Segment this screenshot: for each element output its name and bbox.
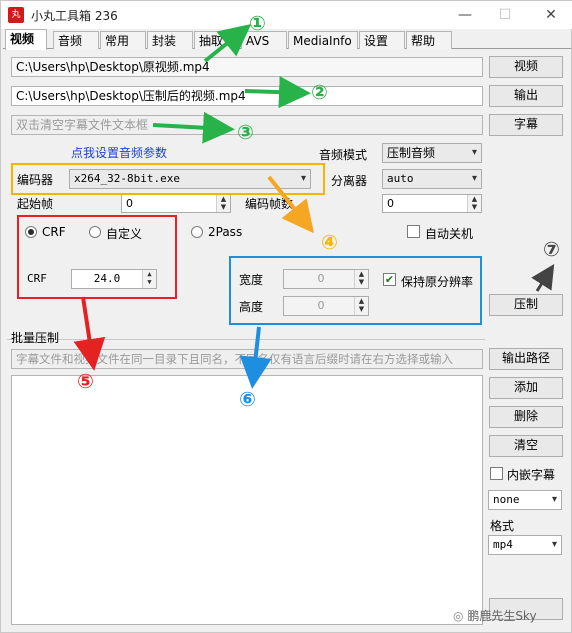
watermark-text: 鹏鹿先生Sky xyxy=(467,609,537,623)
annotation-arrows xyxy=(73,24,555,389)
arrow-7 xyxy=(531,263,555,292)
arrow-2 xyxy=(244,76,311,109)
arrow-5 xyxy=(73,296,106,371)
arrow-6 xyxy=(239,326,272,389)
app-window: 丸 小丸工具箱 236 — ☐ ✕ 视频 音频 常用 封装 抽取 AVS Med… xyxy=(0,0,572,633)
arrow-1 xyxy=(203,24,252,63)
arrow-3 xyxy=(152,111,235,144)
wechat-icon: ◎ xyxy=(453,609,464,623)
watermark: ◎ 鹏鹿先生Sky xyxy=(453,607,537,624)
arrow-4 xyxy=(267,175,314,234)
